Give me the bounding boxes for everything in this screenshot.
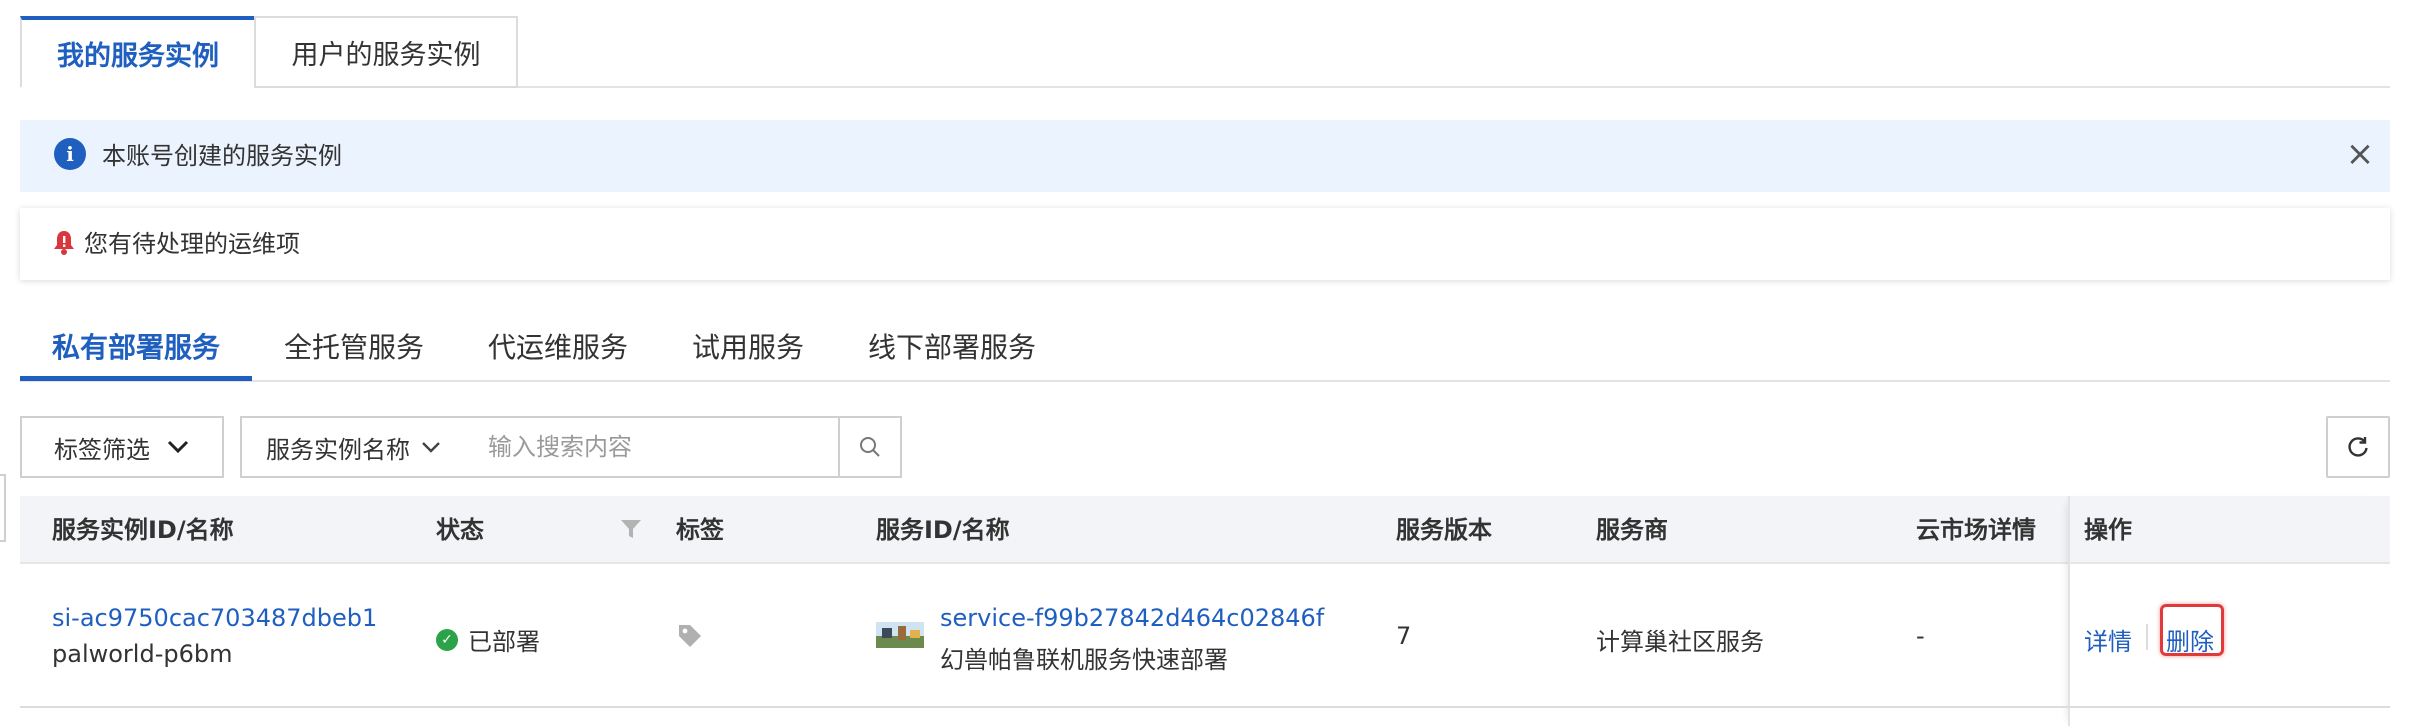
- service-thumbnail: [876, 622, 924, 648]
- delete-link[interactable]: 删除: [2166, 622, 2214, 657]
- chevron-down-icon: [422, 442, 440, 453]
- status-text: 已部署: [468, 628, 540, 656]
- tag-icon[interactable]: [676, 622, 704, 650]
- pending-ops-banner[interactable]: 您有待处理的运维项: [20, 208, 2390, 280]
- instance-id-link[interactable]: si-ac9750cac703487dbeb1: [52, 604, 377, 632]
- info-banner: i 本账号创建的服务实例 ×: [20, 120, 2390, 192]
- chevron-down-icon: [167, 440, 189, 454]
- details-link[interactable]: 详情: [2084, 622, 2132, 657]
- check-circle-icon: ✓: [436, 628, 458, 651]
- row-divider: [20, 706, 2390, 708]
- tag-filter-label: 标签筛选: [54, 435, 150, 464]
- instance-name: palworld-p6bm: [52, 640, 233, 668]
- pending-ops-text: 您有待处理的运维项: [84, 230, 300, 258]
- search-input[interactable]: [464, 416, 840, 478]
- info-icon: i: [54, 138, 86, 170]
- search-field-select[interactable]: 服务实例名称: [240, 416, 466, 478]
- column-header-tags: 标签: [676, 516, 724, 544]
- tab-private-deployment[interactable]: 私有部署服务: [52, 324, 220, 380]
- column-header-market-detail: 云市场详情: [1916, 516, 2036, 544]
- filter-icon[interactable]: [620, 518, 642, 540]
- column-header-actions: 操作: [2084, 516, 2132, 544]
- market-detail: -: [1916, 622, 1925, 650]
- status-badge: ✓ 已部署: [436, 622, 540, 657]
- tab-trial[interactable]: 试用服务: [692, 324, 804, 380]
- active-tab-indicator: [20, 376, 252, 381]
- tab-managed-ops[interactable]: 代运维服务: [488, 324, 628, 380]
- search-button[interactable]: [838, 416, 902, 478]
- info-banner-text: 本账号创建的服务实例: [102, 142, 342, 170]
- service-tabs-divider: [20, 380, 2390, 382]
- refresh-icon: [2348, 437, 2368, 457]
- search-field-label: 服务实例名称: [266, 435, 410, 464]
- service-name: 幻兽帕鲁联机服务快速部署: [940, 646, 1228, 674]
- side-panel-handle[interactable]: [0, 474, 6, 542]
- close-icon[interactable]: ×: [2340, 134, 2380, 174]
- table-row: [20, 566, 2390, 706]
- column-header-instance: 服务实例ID/名称: [52, 516, 234, 544]
- tab-user-service-instances[interactable]: 用户的服务实例: [254, 16, 518, 88]
- service-id-link[interactable]: service-f99b27842d464c02846f: [940, 604, 1324, 632]
- tag-filter-dropdown[interactable]: 标签筛选: [20, 416, 224, 478]
- bell-alert-icon: [54, 231, 74, 255]
- column-header-service: 服务ID/名称: [876, 516, 1010, 544]
- action-divider: [2146, 624, 2148, 650]
- tab-fully-managed[interactable]: 全托管服务: [284, 324, 424, 380]
- refresh-button[interactable]: [2326, 416, 2390, 478]
- column-header-provider: 服务商: [1596, 516, 1668, 544]
- tab-offline-deployment[interactable]: 线下部署服务: [868, 324, 1036, 380]
- service-version: 7: [1396, 622, 1412, 650]
- service-provider: 计算巢社区服务: [1596, 628, 1764, 656]
- column-header-version: 服务版本: [1396, 516, 1492, 544]
- search-icon: [860, 437, 880, 457]
- column-header-status: 状态: [436, 516, 484, 544]
- tab-my-service-instances[interactable]: 我的服务实例: [20, 16, 256, 88]
